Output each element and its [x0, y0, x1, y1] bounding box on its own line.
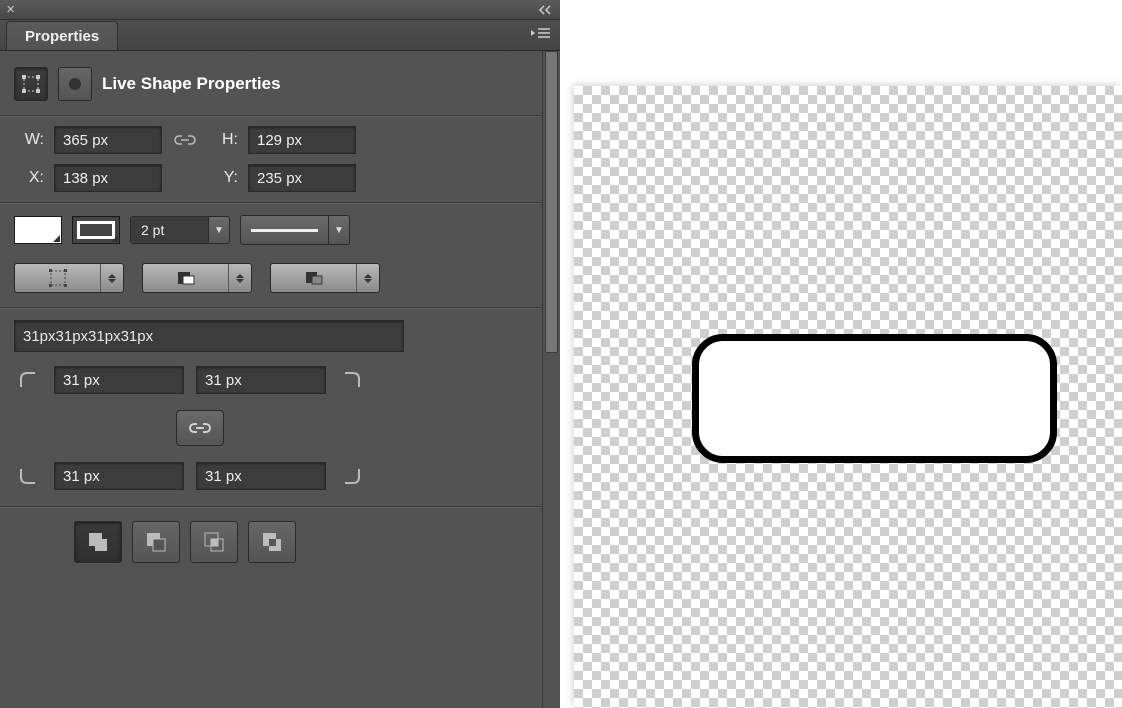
height-label: H: [208, 131, 238, 149]
radius-br-input[interactable] [196, 462, 326, 490]
stroke-align-select[interactable] [142, 263, 252, 293]
x-label: X: [14, 169, 44, 187]
stepper-icon [356, 264, 379, 292]
combine-add-button[interactable] [74, 521, 122, 563]
corner-bl-icon [14, 462, 42, 490]
radii-summary-input[interactable]: 31px31px31px31px [14, 320, 404, 352]
shape-bounds-icon[interactable] [14, 67, 48, 101]
section-title: Live Shape Properties [102, 74, 281, 94]
align-edges-select[interactable] [14, 263, 124, 293]
combine-intersect-button[interactable] [190, 521, 238, 563]
link-radii-button[interactable] [176, 410, 224, 446]
stroke-weight-value: 2 pt [131, 217, 209, 243]
stroke-style-select[interactable]: ▼ [240, 215, 350, 245]
tab-properties[interactable]: Properties [6, 21, 118, 50]
radius-bl-input[interactable] [54, 462, 184, 490]
panel-header: ✕ [0, 0, 560, 20]
x-input[interactable] [54, 164, 162, 192]
width-label: W: [14, 131, 44, 149]
mask-icon[interactable] [58, 67, 92, 101]
scrollbar-thumb[interactable] [545, 51, 558, 353]
stepper-icon [228, 264, 251, 292]
close-icon[interactable]: ✕ [6, 3, 15, 16]
fill-swatch[interactable] [14, 216, 62, 244]
collapse-icon[interactable] [538, 5, 554, 15]
stepper-icon [100, 264, 123, 292]
corner-tl-icon [14, 366, 42, 394]
live-shape-rect[interactable] [692, 334, 1057, 463]
panel-scrollbar[interactable] [542, 51, 560, 708]
width-input[interactable] [54, 126, 162, 154]
stroke-swatch[interactable] [72, 216, 120, 244]
stroke-weight-select[interactable]: 2 pt ▼ [130, 216, 230, 244]
radius-tr-input[interactable] [196, 366, 326, 394]
chevron-down-icon: ▼ [328, 216, 349, 244]
solid-line-icon [251, 229, 318, 232]
panel-menu-icon[interactable] [530, 26, 552, 43]
link-wh-icon[interactable] [172, 130, 198, 150]
y-input[interactable] [248, 164, 356, 192]
combine-exclude-button[interactable] [248, 521, 296, 563]
path-ops-select[interactable] [270, 263, 380, 293]
panel-tabs: Properties [0, 20, 560, 51]
radius-tl-input[interactable] [54, 366, 184, 394]
corner-tr-icon [338, 366, 366, 394]
height-input[interactable] [248, 126, 356, 154]
y-label: Y: [208, 169, 238, 187]
chevron-down-icon: ▼ [209, 225, 229, 236]
canvas[interactable] [560, 0, 1122, 708]
properties-panel: ✕ Properties Live Shape Properties W: [0, 0, 560, 708]
corner-br-icon [338, 462, 366, 490]
tab-label: Properties [25, 28, 99, 45]
combine-subtract-button[interactable] [132, 521, 180, 563]
